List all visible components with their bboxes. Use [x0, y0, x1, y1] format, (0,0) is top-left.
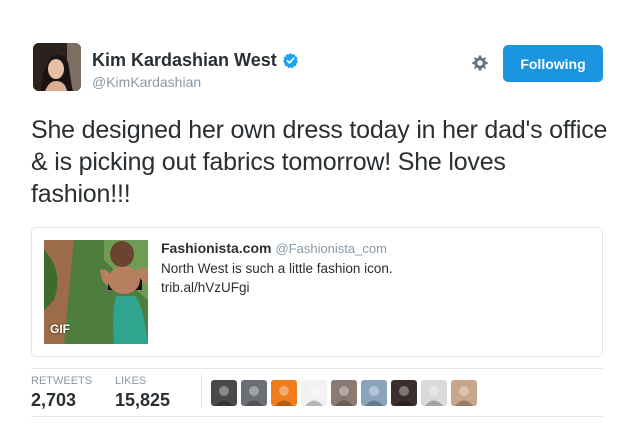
gear-icon[interactable] — [471, 54, 489, 72]
stats-separator — [201, 374, 202, 408]
liker-avatar-2[interactable] — [241, 380, 267, 406]
retweets-stat[interactable]: RETWEETS 2,703 — [31, 375, 92, 411]
quoted-media-gif[interactable]: GIF — [44, 240, 148, 344]
likes-label: LIKES — [115, 375, 147, 387]
author-name[interactable]: Kim Kardashian West — [92, 50, 277, 71]
liker-avatar-6[interactable] — [361, 380, 387, 406]
retweets-count: 2,703 — [31, 390, 77, 410]
quoted-author-name[interactable]: Fashionista.com — [161, 240, 271, 256]
quoted-link[interactable]: trib.al/hVzUFgi — [161, 278, 591, 297]
author-avatar[interactable] — [33, 43, 81, 91]
verified-badge-icon — [282, 52, 299, 69]
author-name-row: Kim Kardashian West — [92, 50, 299, 71]
quoted-text: North West is such a little fashion icon… — [161, 261, 393, 276]
quoted-author-handle[interactable]: @Fashionista_com — [275, 241, 386, 256]
liker-avatar-9[interactable] — [451, 380, 477, 406]
quoted-tweet[interactable]: GIF Fashionista.com @Fashionista_com Nor… — [31, 227, 603, 357]
gif-badge: GIF — [50, 322, 70, 336]
liker-avatar-7[interactable] — [391, 380, 417, 406]
liker-avatar-1[interactable] — [211, 380, 237, 406]
liker-avatar-4[interactable] — [301, 380, 327, 406]
retweets-label: RETWEETS — [31, 375, 93, 387]
liker-avatars — [211, 380, 481, 406]
quoted-body: Fashionista.com @Fashionista_com North W… — [161, 240, 591, 297]
author-handle[interactable]: @KimKardashian — [92, 74, 201, 90]
liker-avatar-5[interactable] — [331, 380, 357, 406]
stats-divider-bottom — [31, 416, 603, 417]
quoted-header: Fashionista.com @Fashionista_com — [161, 240, 591, 256]
stats-divider-top — [31, 368, 603, 369]
likes-count: 15,825 — [115, 390, 171, 410]
following-button[interactable]: Following — [503, 45, 603, 82]
liker-avatar-8[interactable] — [421, 380, 447, 406]
liker-avatar-3[interactable] — [271, 380, 297, 406]
likes-stat[interactable]: LIKES 15,825 — [115, 375, 170, 411]
tweet-card: Kim Kardashian West @KimKardashian Follo… — [0, 0, 641, 440]
tweet-text: She designed her own dress today in her … — [31, 116, 608, 208]
